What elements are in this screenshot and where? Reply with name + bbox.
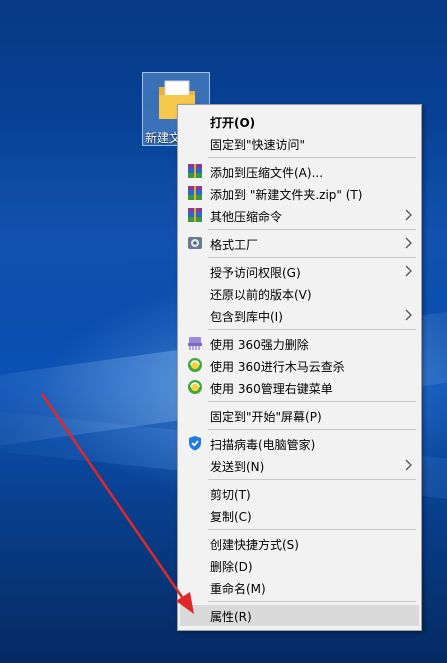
menu-item-label: 格式工厂 xyxy=(210,238,259,252)
menu-item-include-library[interactable]: 包含到库中(I) xyxy=(180,305,419,326)
menu-item-rename[interactable]: 重命名(M) xyxy=(180,577,419,598)
menu-item-label: 添加到压缩文件(A)... xyxy=(210,166,324,180)
menu-item-copy[interactable]: 复制(C) xyxy=(180,505,419,526)
menu-item-label: 使用 360进行木马云查杀 xyxy=(210,360,345,374)
menu-separator xyxy=(208,401,416,402)
menu-item-label: 其他压缩命令 xyxy=(210,210,283,224)
360-shred-icon xyxy=(188,337,202,350)
menu-item-label: 添加到 "新建文件夹.zip" (T) xyxy=(210,188,363,202)
menu-item-other-compress[interactable]: 其他压缩命令 xyxy=(180,205,419,226)
menu-item-360-delete[interactable]: 使用 360强力删除 xyxy=(180,333,419,354)
menu-item-360-scan[interactable]: 使用 360进行木马云查杀 xyxy=(180,355,419,376)
menu-separator xyxy=(208,257,416,258)
chevron-right-icon xyxy=(405,265,412,277)
menu-item-pin-quick-access[interactable]: 固定到"快速访问" xyxy=(180,133,419,154)
chevron-right-icon xyxy=(405,459,412,471)
menu-item-label: 删除(D) xyxy=(210,560,253,574)
format-factory-icon xyxy=(188,237,202,249)
menu-item-label: 还原以前的版本(V) xyxy=(210,288,312,302)
menu-item-pin-start[interactable]: 固定到"开始"屏幕(P) xyxy=(180,405,419,426)
menu-item-label: 使用 360管理右键菜单 xyxy=(210,382,333,396)
menu-item-label: 属性(R) xyxy=(210,610,252,624)
menu-separator xyxy=(208,529,416,530)
menu-item-label: 固定到"快速访问" xyxy=(210,138,306,152)
menu-item-properties[interactable]: 属性(R) xyxy=(180,605,419,626)
menu-separator xyxy=(208,479,416,480)
menu-item-label: 包含到库中(I) xyxy=(210,310,283,324)
chevron-right-icon xyxy=(405,237,412,249)
menu-item-scan-virus[interactable]: 扫描病毒(电脑管家) xyxy=(180,433,419,454)
menu-item-format-factory[interactable]: 格式工厂 xyxy=(180,233,419,254)
menu-separator xyxy=(208,601,416,602)
chevron-right-icon xyxy=(405,309,412,321)
menu-item-add-archive[interactable]: 添加到压缩文件(A)... xyxy=(180,161,419,182)
menu-item-label: 使用 360强力删除 xyxy=(210,338,309,352)
menu-item-open[interactable]: 打开(O) xyxy=(180,111,419,132)
menu-item-label: 发送到(N) xyxy=(210,460,265,474)
winrar-icon xyxy=(188,186,202,200)
menu-item-label: 重命名(M) xyxy=(210,582,266,596)
menu-item-add-zip[interactable]: 添加到 "新建文件夹.zip" (T) xyxy=(180,183,419,204)
tencent-shield-icon xyxy=(189,436,201,451)
winrar-icon xyxy=(188,164,202,178)
menu-separator xyxy=(208,329,416,330)
winrar-icon xyxy=(188,208,202,222)
menu-item-create-shortcut[interactable]: 创建快捷方式(S) xyxy=(180,533,419,554)
menu-item-label: 剪切(T) xyxy=(210,488,251,502)
chevron-right-icon xyxy=(405,209,412,221)
menu-item-restore-previous[interactable]: 还原以前的版本(V) xyxy=(180,283,419,304)
menu-item-cut[interactable]: 剪切(T) xyxy=(180,483,419,504)
menu-item-send-to[interactable]: 发送到(N) xyxy=(180,455,419,476)
menu-item-delete[interactable]: 删除(D) xyxy=(180,555,419,576)
360-scan-icon xyxy=(188,358,202,372)
context-menu: 打开(O) 固定到"快速访问" 添加到压缩文件(A)... 添加到 "新建文件夹… xyxy=(177,104,422,631)
menu-separator xyxy=(208,229,416,230)
360-menu-icon xyxy=(188,380,202,394)
menu-item-grant-access[interactable]: 授予访问权限(G) xyxy=(180,261,419,282)
menu-item-label: 固定到"开始"屏幕(P) xyxy=(210,410,322,424)
menu-item-label: 扫描病毒(电脑管家) xyxy=(210,438,316,452)
menu-item-360-menu[interactable]: 使用 360管理右键菜单 xyxy=(180,377,419,398)
menu-separator xyxy=(208,157,416,158)
menu-separator xyxy=(208,429,416,430)
menu-item-label: 打开(O) xyxy=(210,116,256,130)
menu-item-label: 授予访问权限(G) xyxy=(210,266,301,280)
menu-item-label: 复制(C) xyxy=(210,510,252,524)
menu-item-label: 创建快捷方式(S) xyxy=(210,538,299,552)
